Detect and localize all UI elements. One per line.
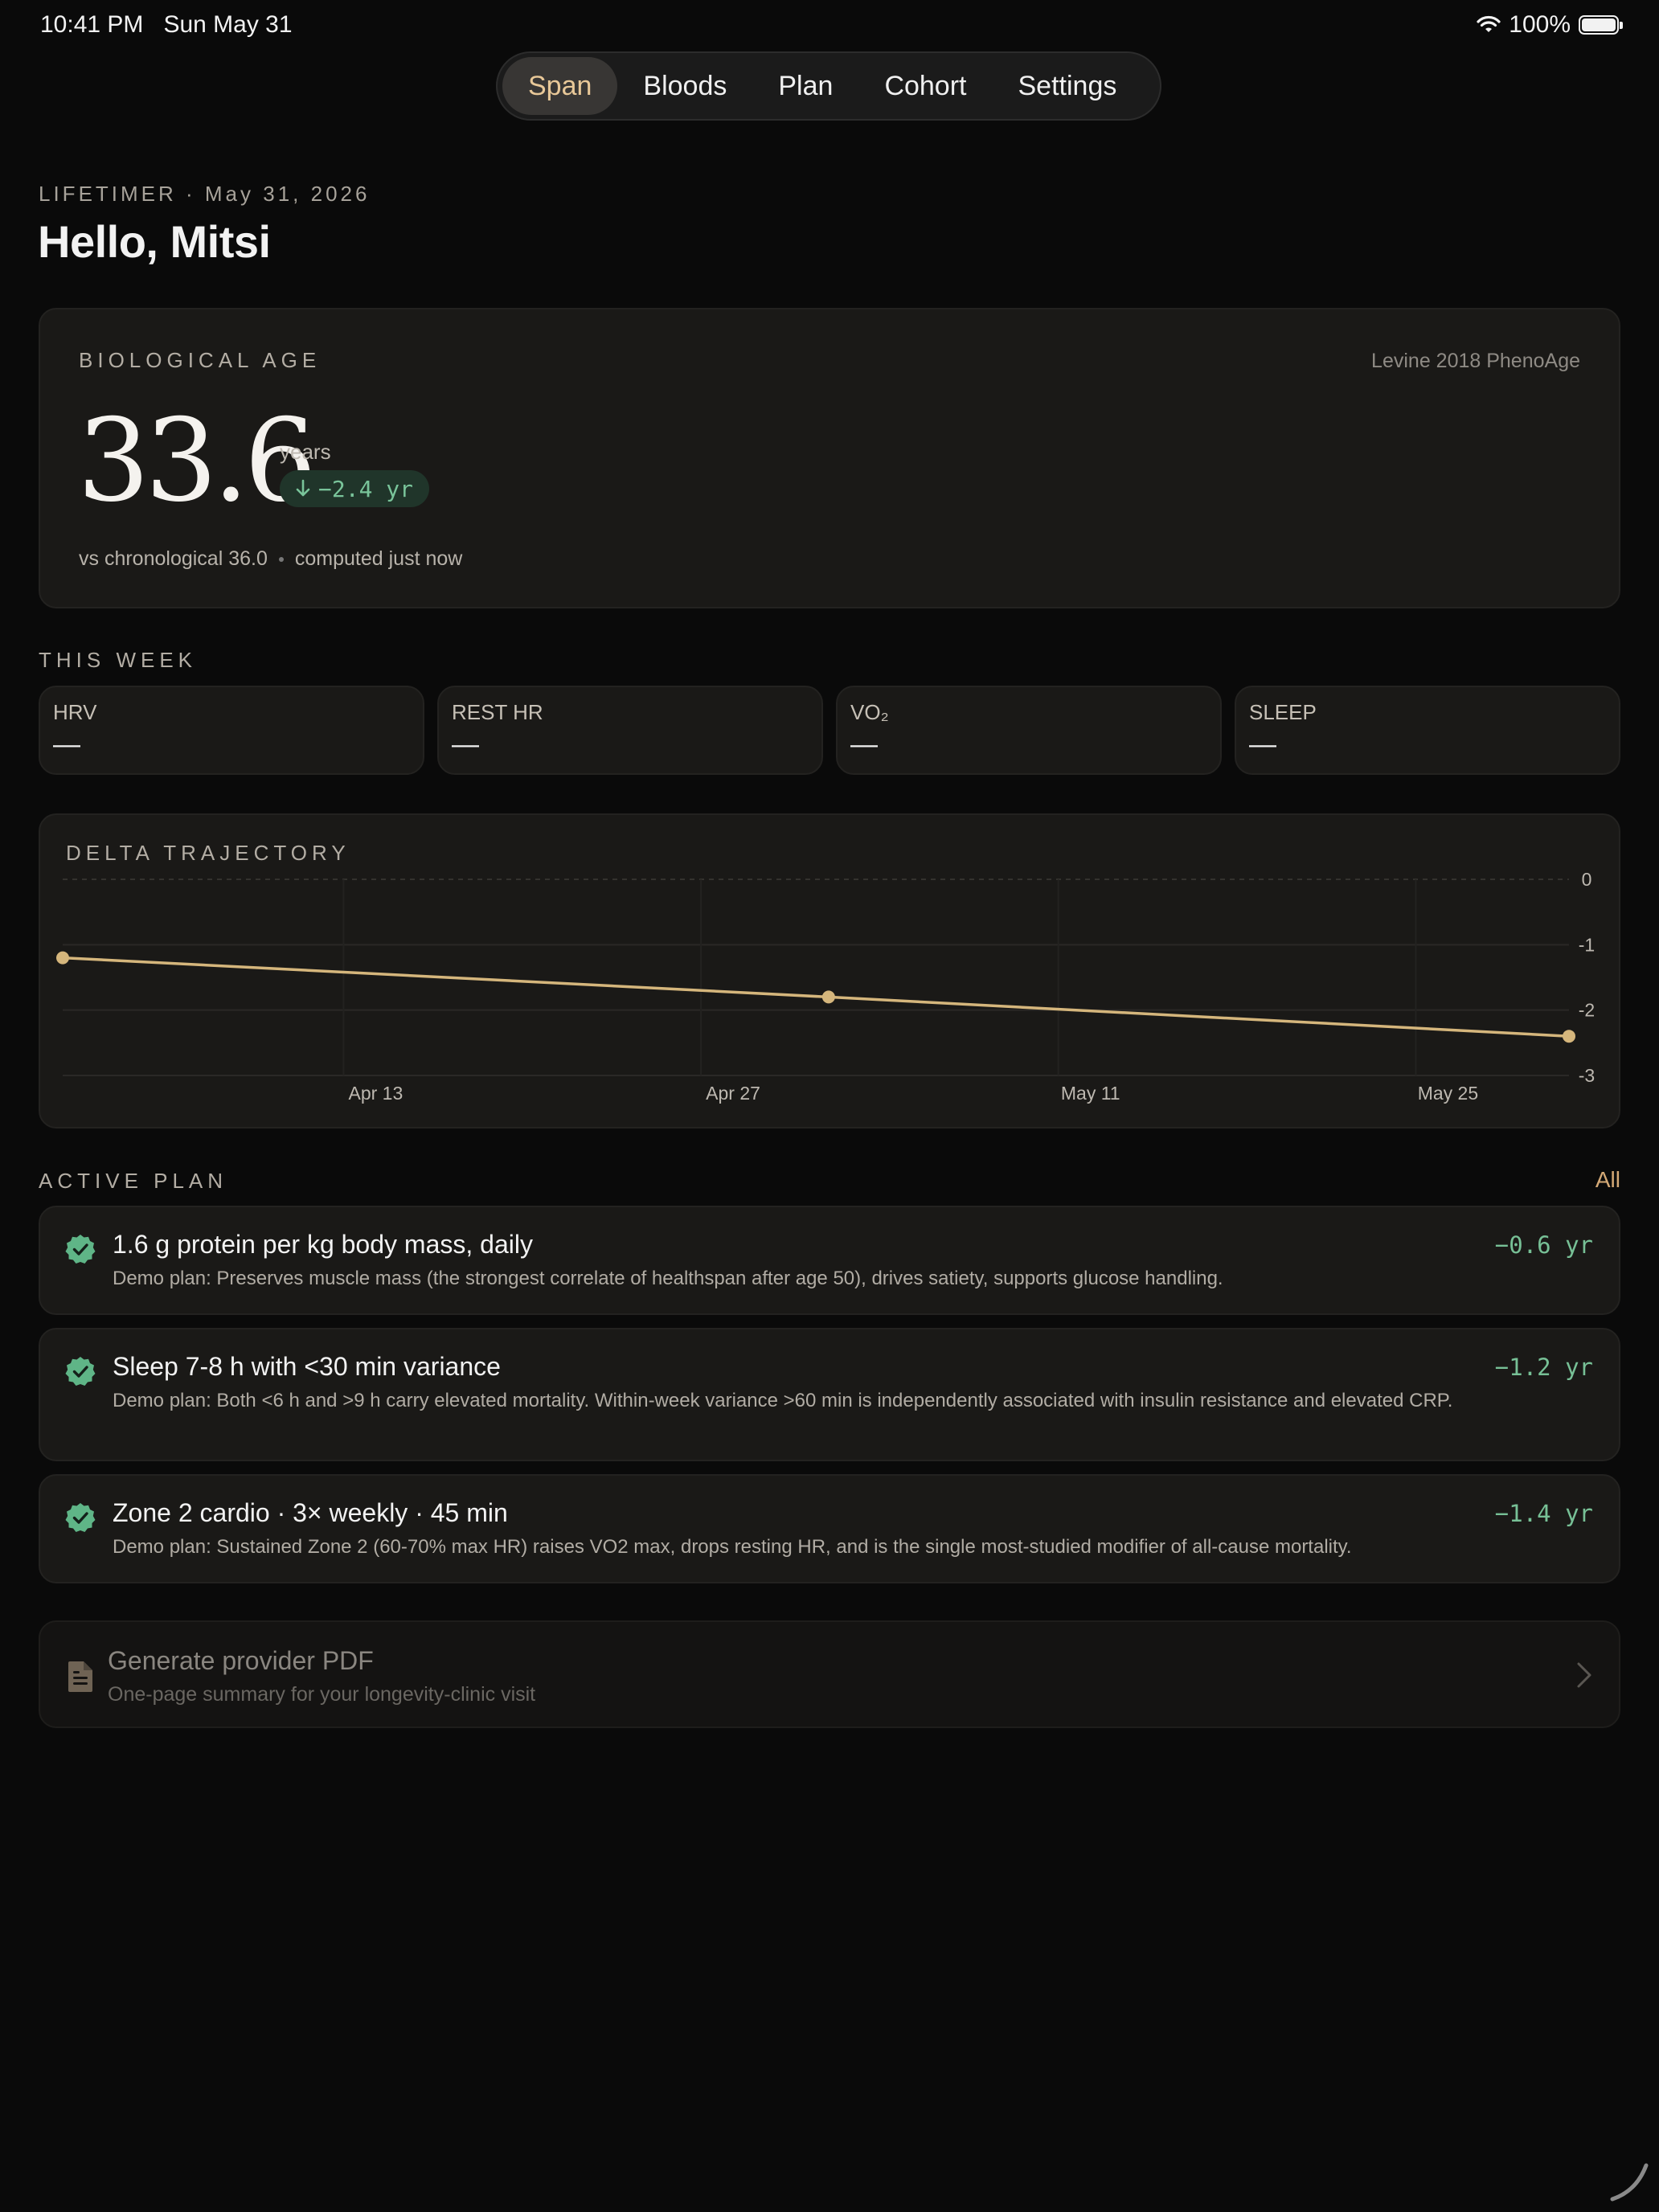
page-title: Hello, Mitsi — [38, 216, 271, 267]
y-tick-label: -1 — [1579, 934, 1595, 955]
arrow-down-icon — [296, 479, 310, 497]
y-tick-label: 0 — [1582, 869, 1592, 890]
wifi-icon — [1477, 15, 1501, 32]
app-eyebrow: LIFETIMER · May 31, 2026 — [39, 182, 371, 206]
status-indicators: 100% — [1477, 11, 1623, 39]
metric-value: — — [850, 729, 878, 760]
data-point — [56, 951, 69, 965]
data-point — [1563, 1030, 1575, 1043]
chart-title: DELTA TRAJECTORY — [66, 841, 350, 865]
tab-cohort[interactable]: Cohort — [858, 57, 992, 115]
metric-vo2: VO₂ — — [836, 686, 1222, 775]
y-tick-label: -2 — [1579, 1000, 1595, 1021]
x-tick-label: Apr 27 — [706, 1083, 760, 1104]
x-tick-label: May 25 — [1418, 1083, 1478, 1104]
plan-item-delta: −1.2 yr — [1494, 1354, 1593, 1381]
x-tick-label: Apr 13 — [349, 1083, 403, 1104]
active-plan-label: ACTIVE PLAN — [39, 1169, 228, 1193]
biological-age-unit: years — [280, 440, 331, 464]
this-week-label: THIS WEEK — [39, 648, 198, 672]
status-date: Sun May 31 — [163, 11, 293, 38]
metric-label: VO₂ — [850, 700, 889, 724]
biological-age-label: BIOLOGICAL AGE — [79, 348, 322, 372]
plan-item-delta: −0.6 yr — [1494, 1231, 1593, 1259]
verified-check-icon — [65, 1235, 96, 1264]
plan-all-link[interactable]: All — [1596, 1167, 1620, 1193]
chevron-right-icon — [1577, 1662, 1591, 1688]
biological-age-value: 33.6 — [77, 395, 317, 527]
plan-item[interactable]: Sleep 7-8 h with <30 min variance Demo p… — [39, 1328, 1620, 1461]
chronological-age: vs chronological 36.0 — [79, 547, 268, 570]
plan-item-description: Demo plan: Sustained Zone 2 (60-70% max … — [113, 1536, 1352, 1558]
pdf-subtitle: One-page summary for your longevity-clin… — [108, 1683, 536, 1706]
metric-label: REST HR — [452, 700, 543, 724]
metric-label: SLEEP — [1249, 700, 1317, 724]
document-icon — [68, 1661, 92, 1692]
metric-rest-hr: REST HR — — [437, 686, 823, 775]
pdf-title: Generate provider PDF — [108, 1646, 374, 1675]
plan-item[interactable]: 1.6 g protein per kg body mass, daily De… — [39, 1206, 1620, 1315]
age-delta-badge: −2.4 yr — [280, 470, 430, 507]
tab-bloods[interactable]: Bloods — [617, 57, 752, 115]
metric-hrv: HRV — — [39, 686, 424, 775]
plan-item-title: Sleep 7-8 h with <30 min variance — [113, 1352, 501, 1381]
plan-item-delta: −1.4 yr — [1494, 1500, 1593, 1527]
resize-handle-icon[interactable] — [1606, 2159, 1651, 2204]
tab-span[interactable]: Span — [502, 57, 618, 115]
status-time: 10:41 PM Sun May 31 — [40, 11, 293, 39]
series-line — [62, 956, 1570, 1038]
biological-age-card: BIOLOGICAL AGE Levine 2018 PhenoAge 33.6… — [39, 308, 1620, 608]
plan-item[interactable]: Zone 2 cardio · 3× weekly · 45 min Demo … — [39, 1474, 1620, 1583]
separator-dot — [278, 557, 284, 563]
method-label: Levine 2018 PhenoAge — [1371, 350, 1580, 372]
tab-settings[interactable]: Settings — [993, 57, 1143, 115]
metric-sleep: SLEEP — — [1235, 686, 1620, 775]
status-clock: 10:41 PM — [40, 11, 144, 38]
plan-item-description: Demo plan: Preserves muscle mass (the st… — [113, 1268, 1223, 1289]
plan-item-description: Demo plan: Both <6 h and >9 h carry elev… — [113, 1390, 1453, 1411]
generate-pdf-button[interactable]: Generate provider PDF One-page summary f… — [39, 1620, 1620, 1728]
metric-label: HRV — [53, 700, 97, 724]
metric-value: — — [452, 729, 479, 760]
verified-check-icon — [65, 1357, 96, 1386]
delta-trajectory-card: 0 -1 -2 -3 Apr 13 Apr 27 May 11 May 25 DELTA TR… — [39, 813, 1620, 1129]
bio-age-footnote: vs chronological 36.0 computed just now — [79, 547, 462, 571]
plan-item-title: 1.6 g protein per kg body mass, daily — [113, 1230, 533, 1259]
y-tick-label: -3 — [1579, 1065, 1595, 1086]
metric-value: — — [1249, 729, 1276, 760]
tab-bar: Span Bloods Plan Cohort Settings — [496, 51, 1161, 121]
computed-time: computed just now — [294, 547, 463, 570]
verified-check-icon — [65, 1503, 96, 1532]
metric-value: — — [53, 729, 80, 760]
battery-icon — [1579, 15, 1623, 35]
data-point — [821, 990, 835, 1004]
battery-percent: 100% — [1509, 11, 1571, 38]
x-tick-label: May 11 — [1061, 1083, 1120, 1104]
plan-item-title: Zone 2 cardio · 3× weekly · 45 min — [113, 1498, 508, 1527]
age-delta-text: −2.4 yr — [318, 475, 414, 502]
tab-plan[interactable]: Plan — [752, 57, 858, 115]
